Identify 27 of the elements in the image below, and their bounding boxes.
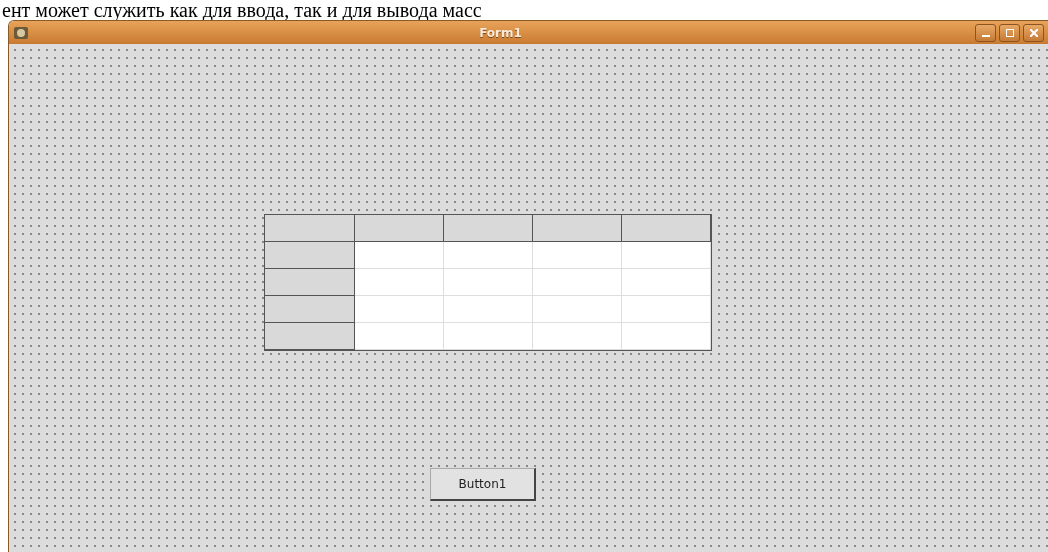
minimize-button[interactable] [975, 23, 996, 42]
grid-cell[interactable] [444, 323, 533, 350]
grid-cell[interactable] [533, 296, 622, 323]
grid-cell[interactable] [622, 242, 711, 269]
minimize-icon [981, 34, 990, 37]
grid-cell[interactable] [622, 296, 711, 323]
grid-cell[interactable] [622, 323, 711, 350]
grid-cell[interactable] [622, 269, 711, 296]
grid-cell[interactable] [444, 242, 533, 269]
grid-cell[interactable] [355, 323, 444, 350]
window-title: Form1 [479, 25, 522, 40]
close-button[interactable] [1023, 23, 1044, 42]
maximize-button[interactable] [999, 23, 1020, 42]
grid-cell[interactable] [444, 296, 533, 323]
close-icon [1029, 28, 1038, 37]
grid-cell[interactable] [444, 269, 533, 296]
button[interactable]: Button1 [430, 468, 536, 501]
grid-cell[interactable] [355, 269, 444, 296]
grid-cell[interactable] [533, 323, 622, 350]
grid-cell[interactable] [355, 296, 444, 323]
maximize-icon [1005, 28, 1014, 37]
app-icon [13, 24, 29, 41]
string-grid[interactable] [264, 214, 712, 351]
grid-cell[interactable] [533, 242, 622, 269]
grid-cell[interactable] [533, 269, 622, 296]
document-text: ент может служить как для ввода, так и для вывода масс [1, 0, 483, 20]
grid-cell[interactable] [355, 242, 444, 269]
